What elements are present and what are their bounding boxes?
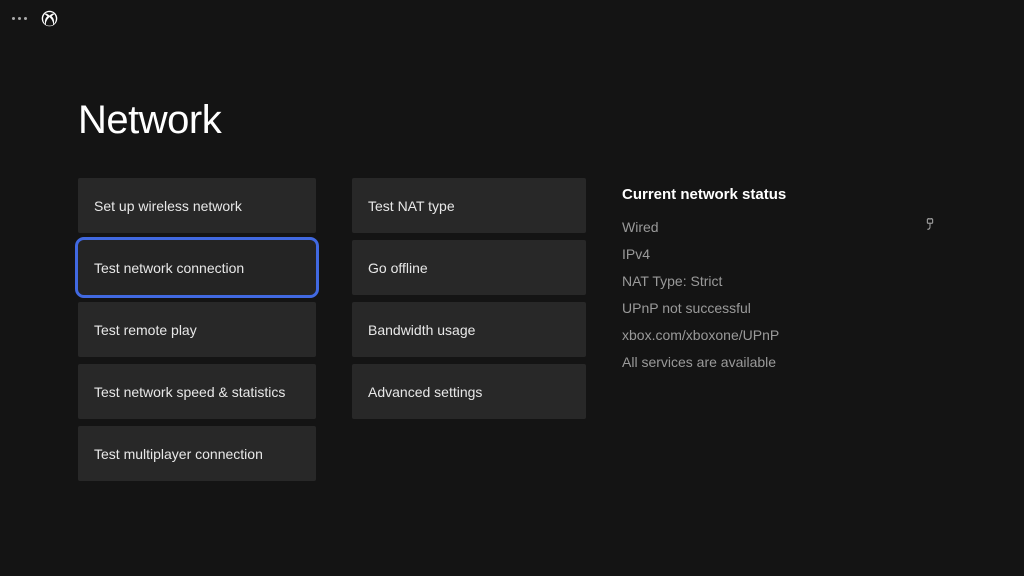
xbox-logo-icon[interactable] <box>41 10 58 27</box>
status-ip-version: IPv4 <box>622 246 650 262</box>
test-multiplayer-button[interactable]: Test multiplayer connection <box>78 426 316 481</box>
status-nat-type: NAT Type: Strict <box>622 273 722 289</box>
test-network-speed-button[interactable]: Test network speed & statistics <box>78 364 316 419</box>
network-status-panel: Current network status Wired IPv4 NAT Ty… <box>622 178 946 481</box>
options-column-2: Test NAT type Go offline Bandwidth usage… <box>352 178 586 481</box>
test-nat-type-button[interactable]: Test NAT type <box>352 178 586 233</box>
go-offline-button[interactable]: Go offline <box>352 240 586 295</box>
options-column-1: Set up wireless network Test network con… <box>78 178 316 481</box>
status-services: All services are available <box>622 354 776 370</box>
page-title: Network <box>78 98 221 143</box>
status-upnp: UPnP not successful <box>622 300 751 316</box>
more-icon[interactable] <box>12 17 27 20</box>
setup-wireless-button[interactable]: Set up wireless network <box>78 178 316 233</box>
status-help-url: xbox.com/xboxone/UPnP <box>622 327 779 343</box>
status-heading: Current network status <box>622 186 946 203</box>
status-connection-type: Wired <box>622 219 659 235</box>
test-remote-play-button[interactable]: Test remote play <box>78 302 316 357</box>
advanced-settings-button[interactable]: Advanced settings <box>352 364 586 419</box>
wired-icon <box>924 218 946 235</box>
bandwidth-usage-button[interactable]: Bandwidth usage <box>352 302 586 357</box>
test-network-connection-button[interactable]: Test network connection <box>78 240 316 295</box>
